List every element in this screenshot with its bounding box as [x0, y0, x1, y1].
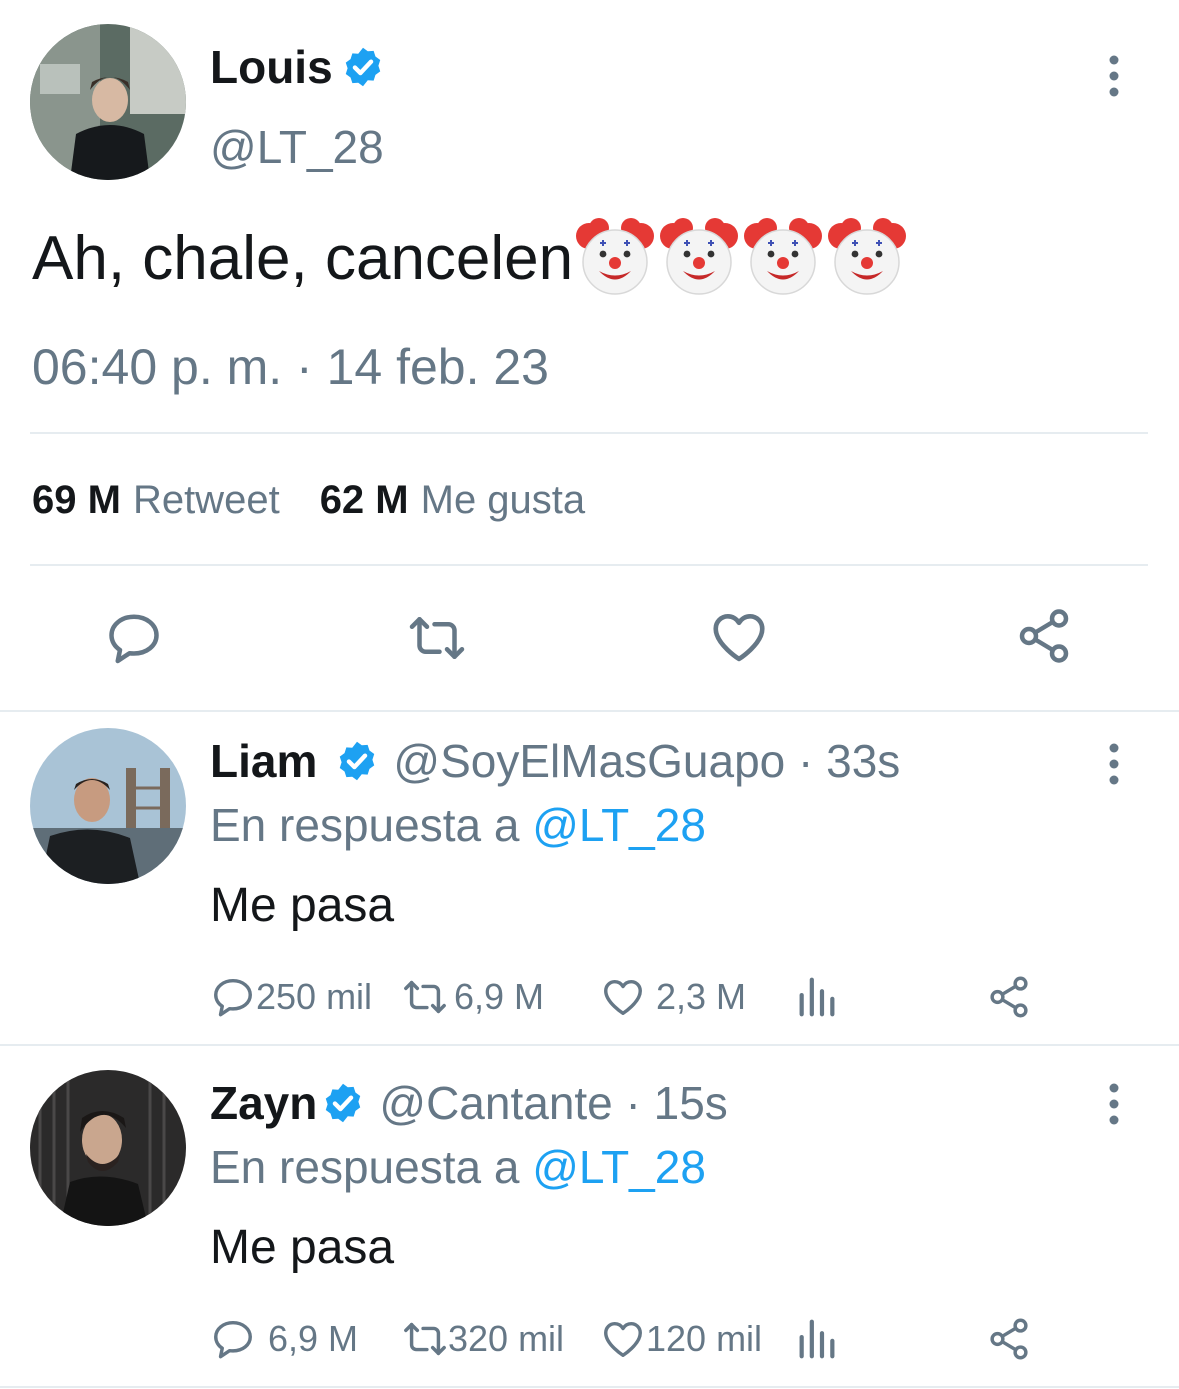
like-count: 2,3 M: [656, 976, 747, 1017]
like-action[interactable]: 120 mil: [600, 1314, 762, 1364]
reply-mention-link[interactable]: @LT_28: [532, 1141, 706, 1193]
louis-avatar[interactable]: [30, 24, 186, 180]
analytics-icon[interactable]: [794, 1316, 840, 1362]
reply-tweet[interactable]: Zayn @Cantante · 15s En respuesta a @LT_…: [0, 1046, 1179, 1384]
retweet-count: 69 M: [32, 478, 121, 522]
clown-face-icon: [575, 218, 655, 298]
reply-prefix: En respuesta a: [210, 1141, 533, 1193]
reply-author-name[interactable]: Zayn: [210, 1076, 317, 1130]
section-divider: [0, 1386, 1179, 1388]
retweet-action[interactable]: 6,9 M: [402, 972, 544, 1022]
divider: [30, 432, 1148, 434]
reply-prefix: En respuesta a: [210, 799, 533, 851]
reply-count: 6,9 M: [268, 1318, 359, 1359]
like-count: 62 M: [319, 478, 409, 522]
share-action[interactable]: [986, 1314, 1032, 1364]
reply-icon[interactable]: [210, 974, 256, 1020]
clown-face-icon: [743, 218, 823, 298]
retweet-stat[interactable]: 69 M Retweet: [32, 478, 280, 523]
reply-action-bar: 250 mil 6,9 M 2,3 M: [210, 972, 1040, 1022]
reply-context: En respuesta a @LT_28: [210, 798, 706, 852]
clown-face-icon: [659, 218, 739, 298]
more-options-icon[interactable]: [1106, 742, 1122, 786]
clown-face-icon: [827, 218, 907, 298]
like-icon[interactable]: [708, 606, 770, 668]
reply-action[interactable]: 6,9 M: [210, 1314, 358, 1364]
main-tweet-text: Ah, chale, cancelen: [32, 223, 574, 293]
retweet-label: Retweet: [132, 478, 280, 522]
share-icon[interactable]: [1014, 606, 1074, 666]
reply-header: Liam @SoyElMasGuapo · 33s: [210, 734, 900, 788]
retweet-count: 320 mil: [448, 1318, 565, 1359]
reply-tweet[interactable]: Liam @SoyElMasGuapo · 33s En respuesta a…: [0, 712, 1179, 1044]
share-action[interactable]: [986, 972, 1032, 1022]
reply-author-handle[interactable]: @Cantante · 15s: [379, 1076, 727, 1130]
reply-icon[interactable]: [210, 1316, 256, 1362]
reply-count: 250 mil: [256, 976, 373, 1017]
like-count: 120 mil: [646, 1318, 763, 1359]
like-label: Me gusta: [420, 478, 586, 522]
retweet-action[interactable]: 320 mil: [402, 1314, 564, 1364]
reply-action[interactable]: 250 mil: [210, 972, 372, 1022]
main-tweet-stats: 69 M Retweet 62 M Me gusta: [32, 478, 585, 523]
like-action[interactable]: 2,3 M: [600, 972, 746, 1022]
reply-text: Me pasa: [210, 879, 395, 932]
like-icon[interactable]: [600, 1316, 646, 1362]
verified-badge-icon: [341, 45, 385, 89]
reply-author-name[interactable]: Liam: [210, 734, 317, 788]
reply-icon[interactable]: [104, 608, 164, 668]
analytics-action[interactable]: [794, 1314, 840, 1364]
analytics-icon[interactable]: [794, 974, 840, 1020]
main-tweet: Louis @LT_28 Ah, chale, cancelen 06:40 p…: [0, 0, 1179, 710]
retweet-icon[interactable]: [404, 608, 470, 668]
reply-action-bar: 6,9 M 320 mil 120 mil: [210, 1314, 1040, 1364]
more-options-icon[interactable]: [1106, 54, 1122, 98]
share-icon[interactable]: [986, 1316, 1032, 1362]
liam-avatar[interactable]: [30, 728, 186, 884]
verified-badge-icon: [321, 1081, 365, 1125]
reply-author-handle[interactable]: @SoyElMasGuapo · 33s: [393, 734, 900, 788]
retweet-icon[interactable]: [402, 1316, 448, 1362]
more-options-icon[interactable]: [1106, 1082, 1122, 1126]
divider: [30, 564, 1148, 566]
main-author-handle[interactable]: @LT_28: [210, 120, 384, 174]
zayn-avatar[interactable]: [30, 1070, 186, 1226]
retweet-icon[interactable]: [402, 974, 448, 1020]
analytics-action[interactable]: [794, 972, 840, 1022]
reply-header: Zayn @Cantante · 15s: [210, 1076, 728, 1130]
share-icon[interactable]: [986, 974, 1032, 1020]
like-icon[interactable]: [600, 974, 646, 1020]
main-author-name[interactable]: Louis: [210, 40, 333, 94]
main-tweet-timestamp[interactable]: 06:40 p. m. · 14 feb. 23: [32, 338, 549, 396]
main-author-name-row[interactable]: Louis: [210, 40, 385, 94]
reply-text: Me pasa: [210, 1221, 395, 1274]
verified-badge-icon: [335, 739, 379, 783]
reply-mention-link[interactable]: @LT_28: [532, 799, 706, 851]
like-stat[interactable]: 62 M Me gusta: [320, 478, 585, 523]
clown-emoji-row: [575, 218, 907, 298]
retweet-count: 6,9 M: [454, 976, 545, 1017]
main-tweet-text-row: Ah, chale, cancelen: [32, 218, 907, 298]
reply-context: En respuesta a @LT_28: [210, 1140, 706, 1194]
